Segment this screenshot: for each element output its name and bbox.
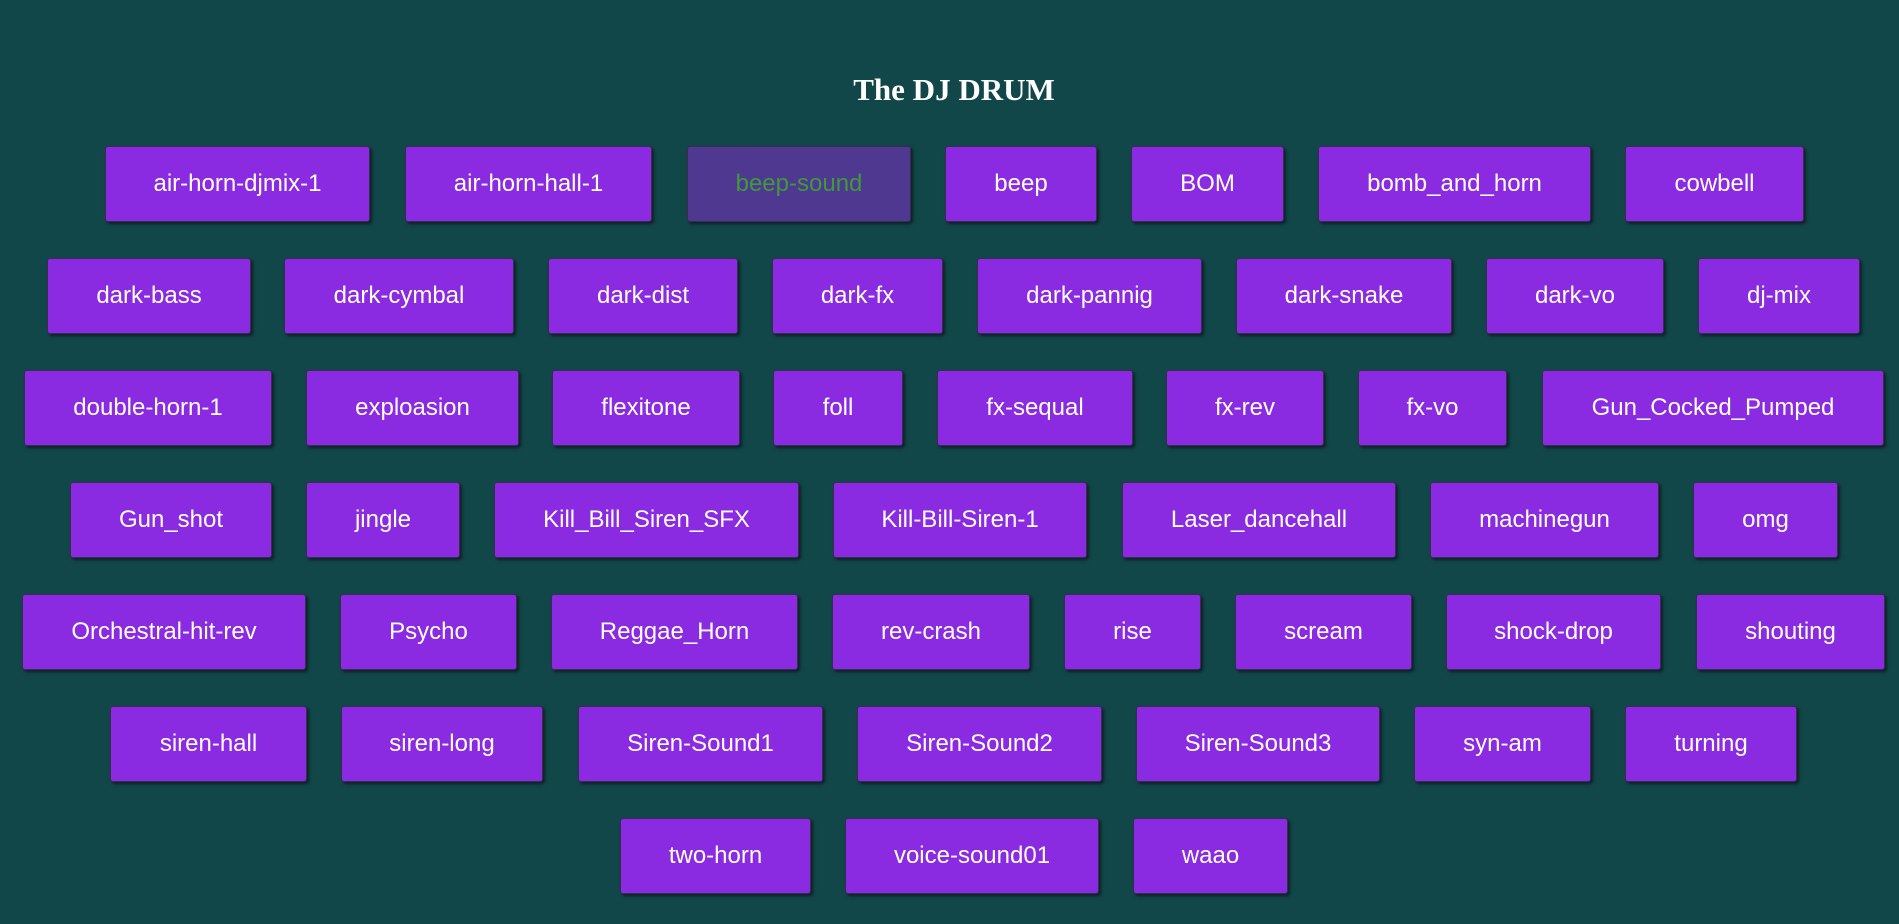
pad-air-horn-hall-1-button[interactable]: air-horn-hall-1	[405, 146, 652, 222]
pad-shouting-button[interactable]: shouting	[1696, 594, 1885, 670]
pad-flexitone-button[interactable]: flexitone	[552, 370, 740, 446]
pad-waao-button[interactable]: waao	[1133, 818, 1288, 894]
pad-reggae-horn-button[interactable]: Reggae_Horn	[551, 594, 798, 670]
pad-dark-fx-button[interactable]: dark-fx	[772, 258, 943, 334]
pad-beep-button[interactable]: beep	[945, 146, 1097, 222]
pad-exploasion-button[interactable]: exploasion	[306, 370, 519, 446]
pad-dark-dist-button[interactable]: dark-dist	[548, 258, 738, 334]
pad-rev-crash-button[interactable]: rev-crash	[832, 594, 1030, 670]
pad-shock-drop-button[interactable]: shock-drop	[1446, 594, 1661, 670]
pad-dark-cymbal-button[interactable]: dark-cymbal	[284, 258, 514, 334]
pad-beep-sound-button[interactable]: beep-sound	[687, 146, 911, 222]
pad-fx-rev-button[interactable]: fx-rev	[1166, 370, 1324, 446]
pad-cowbell-button[interactable]: cowbell	[1625, 146, 1804, 222]
drum-pad-grid: air-horn-djmix-1 air-horn-hall-1 beep-soun…	[0, 0, 1899, 924]
pad-siren-sound3-button[interactable]: Siren-Sound3	[1136, 706, 1380, 782]
pad-siren-long-button[interactable]: siren-long	[341, 706, 543, 782]
pad-gun-shot-button[interactable]: Gun_shot	[70, 482, 272, 558]
pad-rise-button[interactable]: rise	[1064, 594, 1201, 670]
pad-bom-button[interactable]: BOM	[1131, 146, 1284, 222]
pad-fx-sequal-button[interactable]: fx-sequal	[937, 370, 1133, 446]
pad-siren-sound2-button[interactable]: Siren-Sound2	[857, 706, 1102, 782]
pad-scream-button[interactable]: scream	[1235, 594, 1412, 670]
pad-dark-bass-button[interactable]: dark-bass	[47, 258, 251, 334]
pad-kill-bill-siren-sfx-button[interactable]: Kill_Bill_Siren_SFX	[494, 482, 799, 558]
pad-gun-cocked-pumped-button[interactable]: Gun_Cocked_Pumped	[1542, 370, 1884, 446]
pad-syn-am-button[interactable]: syn-am	[1414, 706, 1591, 782]
pad-two-horn-button[interactable]: two-horn	[620, 818, 811, 894]
pad-orchestral-hit-rev-button[interactable]: Orchestral-hit-rev	[22, 594, 306, 670]
pad-dj-mix-button[interactable]: dj-mix	[1698, 258, 1860, 334]
pad-omg-button[interactable]: omg	[1693, 482, 1838, 558]
pad-kill-bill-siren-1-button[interactable]: Kill-Bill-Siren-1	[833, 482, 1087, 558]
pad-air-horn-djmix-1-button[interactable]: air-horn-djmix-1	[105, 146, 370, 222]
pad-psycho-button[interactable]: Psycho	[340, 594, 517, 670]
pad-dark-pannig-button[interactable]: dark-pannig	[977, 258, 1202, 334]
pad-dark-snake-button[interactable]: dark-snake	[1236, 258, 1452, 334]
pad-dark-vo-button[interactable]: dark-vo	[1486, 258, 1664, 334]
pad-voice-sound01-button[interactable]: voice-sound01	[845, 818, 1099, 894]
pad-siren-hall-button[interactable]: siren-hall	[110, 706, 307, 782]
pad-double-horn-1-button[interactable]: double-horn-1	[24, 370, 272, 446]
pad-bomb-and-horn-button[interactable]: bomb_and_horn	[1318, 146, 1591, 222]
pad-fx-vo-button[interactable]: fx-vo	[1358, 370, 1507, 446]
pad-jingle-button[interactable]: jingle	[306, 482, 460, 558]
pad-turning-button[interactable]: turning	[1625, 706, 1797, 782]
pad-siren-sound1-button[interactable]: Siren-Sound1	[578, 706, 823, 782]
pad-machinegun-button[interactable]: machinegun	[1430, 482, 1659, 558]
pad-laser-dancehall-button[interactable]: Laser_dancehall	[1122, 482, 1396, 558]
pad-foll-button[interactable]: foll	[773, 370, 903, 446]
